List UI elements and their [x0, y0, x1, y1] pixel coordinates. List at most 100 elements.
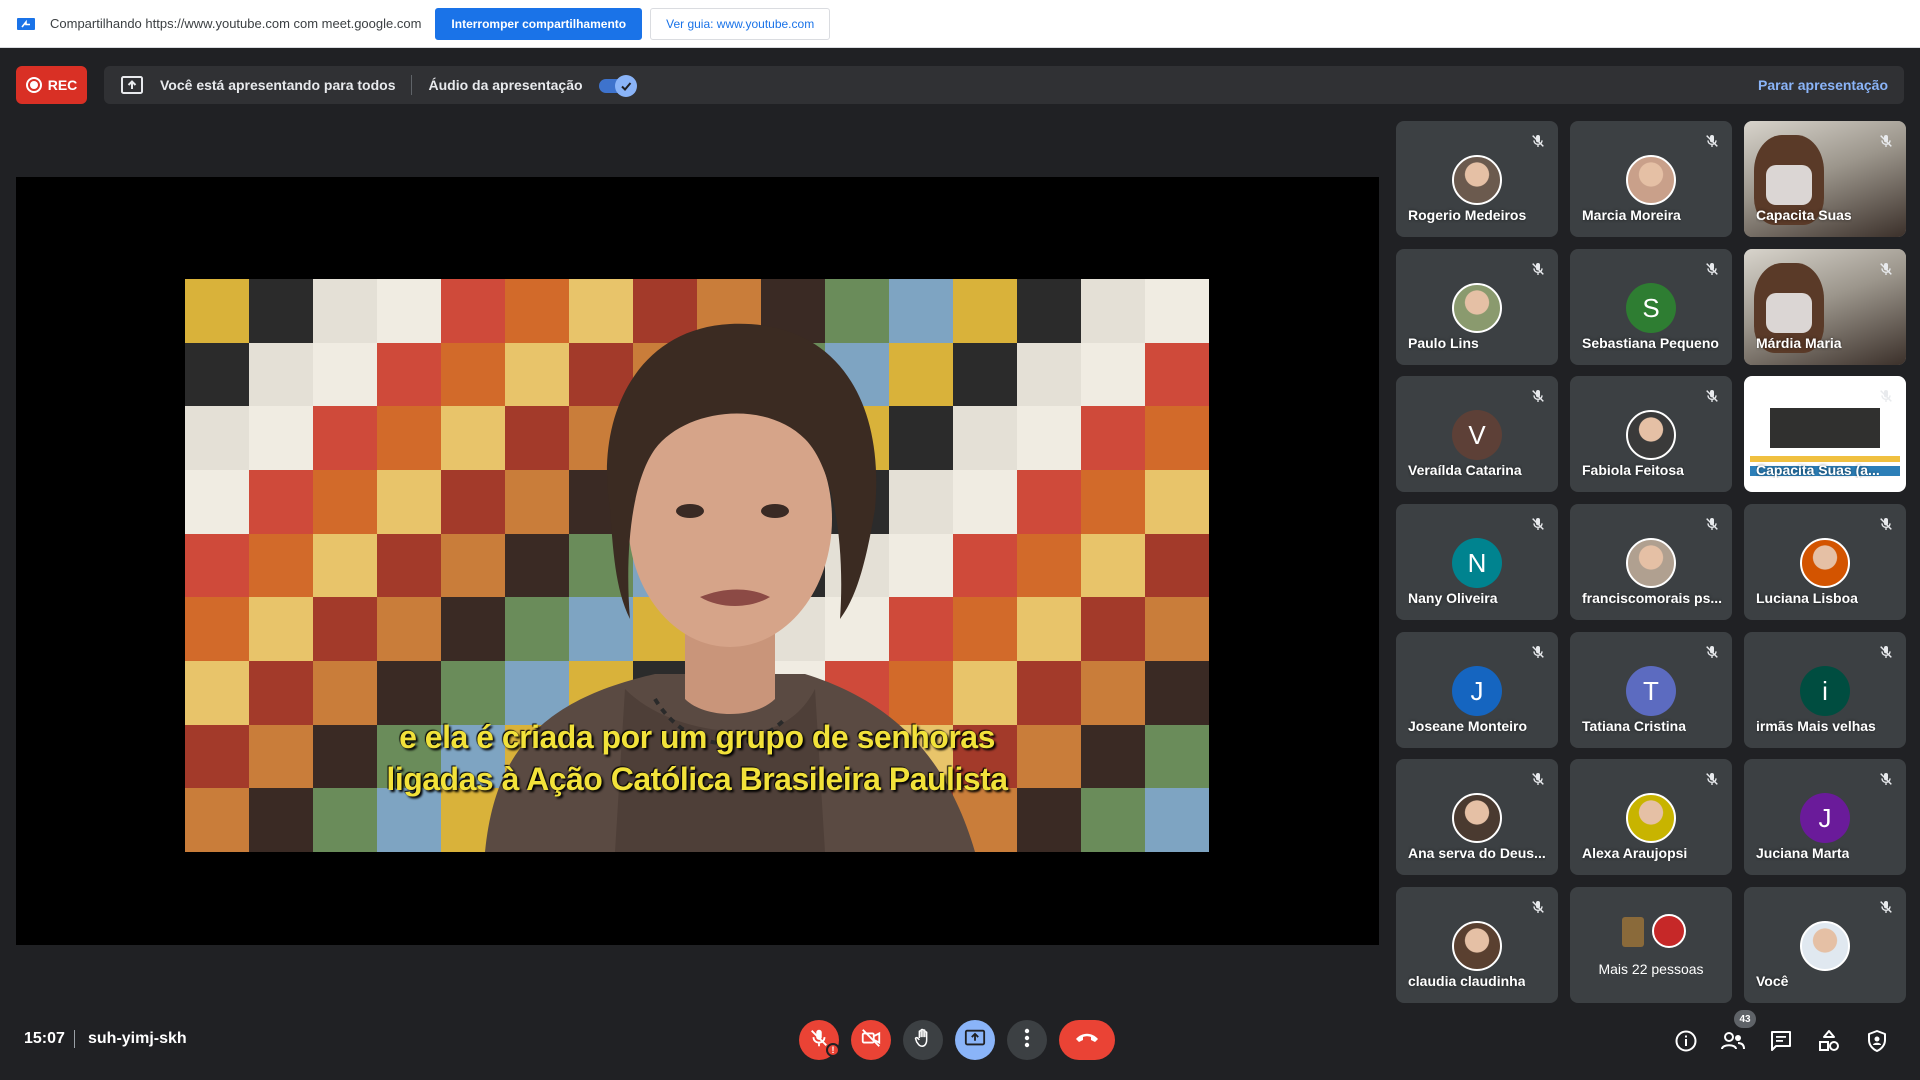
- participant-name: Juciana Marta: [1756, 845, 1850, 861]
- more-options-button[interactable]: [1007, 1020, 1047, 1060]
- avatar: [1452, 921, 1502, 971]
- present-button[interactable]: [955, 1020, 995, 1060]
- participant-tile[interactable]: N Nany Oliveira: [1396, 504, 1558, 620]
- raise-hand-button[interactable]: [903, 1020, 943, 1060]
- avatar: i: [1800, 666, 1850, 716]
- mic-off-icon: [1878, 899, 1894, 915]
- rec-label: REC: [47, 77, 78, 93]
- share-status-text: Compartilhando https://www.youtube.com c…: [50, 16, 422, 31]
- mic-off-icon: [1704, 516, 1720, 532]
- presenting-bar: Você está apresentando para todos Áudio …: [104, 66, 1904, 104]
- avatar: [1452, 793, 1502, 843]
- participant-name: Rogerio Medeiros: [1408, 207, 1527, 223]
- participant-tile[interactable]: Rogerio Medeiros: [1396, 121, 1558, 237]
- participant-name: Capacita Suas (a...: [1756, 462, 1880, 478]
- avatar: [1452, 155, 1502, 205]
- mic-off-icon: [1530, 771, 1546, 787]
- screen-share-infobar: Compartilhando https://www.youtube.com c…: [0, 0, 1920, 48]
- shared-screen-thumbnail: [1770, 408, 1880, 448]
- avatar: T: [1626, 666, 1676, 716]
- audio-toggle[interactable]: [598, 75, 637, 97]
- raise-hand-icon: [912, 1027, 934, 1054]
- meeting-time: 15:07: [24, 1030, 65, 1047]
- mic-off-icon: [1878, 261, 1894, 277]
- participant-name: Capacita Suas: [1756, 207, 1852, 223]
- mic-off-icon: [1704, 261, 1720, 277]
- leave-call-button[interactable]: [1059, 1020, 1115, 1060]
- mic-off-icon: [1878, 516, 1894, 532]
- info-icon[interactable]: [1673, 1028, 1699, 1054]
- more-avatar: [1622, 917, 1644, 947]
- participant-tile[interactable]: Capacita Suas: [1744, 121, 1906, 237]
- participant-tile[interactable]: Paulo Lins: [1396, 249, 1558, 365]
- participant-video-face: [1766, 165, 1812, 205]
- subtitle-line-2: ligadas à Ação Católica Brasileira Pauli…: [386, 761, 1008, 797]
- presenting-status: Você está apresentando para todos: [160, 77, 396, 93]
- participant-tile[interactable]: Marcia Moreira: [1570, 121, 1732, 237]
- more-vert-icon: [1024, 1028, 1030, 1053]
- participant-tile[interactable]: Fabiola Feitosa: [1570, 376, 1732, 492]
- avatar: S: [1626, 283, 1676, 333]
- participant-name: Veraílda Catarina: [1408, 462, 1522, 478]
- avatar: [1452, 283, 1502, 333]
- participant-tile[interactable]: Mais 22 pessoas: [1570, 887, 1732, 1003]
- screen-share-icon: [16, 17, 36, 31]
- participant-tile[interactable]: claudia claudinha: [1396, 887, 1558, 1003]
- avatar: J: [1800, 793, 1850, 843]
- participant-tile[interactable]: J Juciana Marta: [1744, 759, 1906, 875]
- participant-tile[interactable]: Luciana Lisboa: [1744, 504, 1906, 620]
- participant-video-face: [1766, 293, 1812, 333]
- participant-tile[interactable]: Márdia Maria: [1744, 249, 1906, 365]
- participant-tile[interactable]: V Veraílda Catarina: [1396, 376, 1558, 492]
- camera-button[interactable]: [851, 1020, 891, 1060]
- shared-video-frame: e ela é criada por um grupo de senhoras …: [185, 279, 1209, 852]
- participant-tile[interactable]: franciscomorais ps...: [1570, 504, 1732, 620]
- avatar: [1626, 793, 1676, 843]
- camera-off-icon: [860, 1027, 882, 1054]
- participant-name: Joseane Monteiro: [1408, 718, 1528, 734]
- participant-tile[interactable]: T Tatiana Cristina: [1570, 632, 1732, 748]
- mic-off-icon: [1530, 516, 1546, 532]
- participant-name: Você: [1756, 973, 1789, 989]
- mic-off-icon: [1878, 133, 1894, 149]
- chat-icon[interactable]: [1768, 1028, 1794, 1054]
- host-controls-icon[interactable]: [1864, 1028, 1890, 1054]
- mic-off-icon: [1530, 644, 1546, 660]
- participant-name: Luciana Lisboa: [1756, 590, 1858, 606]
- participant-tile[interactable]: Você: [1744, 887, 1906, 1003]
- avatar: [1626, 155, 1676, 205]
- mic-off-icon: [1704, 133, 1720, 149]
- meeting-code: suh-yimj-skh: [88, 1030, 187, 1047]
- avatar: [1626, 410, 1676, 460]
- audio-label: Áudio da apresentação: [428, 77, 583, 93]
- divider: [74, 1030, 75, 1048]
- participant-tile[interactable]: J Joseane Monteiro: [1396, 632, 1558, 748]
- participant-name: Alexa Araujopsi: [1582, 845, 1688, 861]
- mic-off-icon: [1704, 644, 1720, 660]
- present-screen-icon: [120, 75, 144, 95]
- participant-tile[interactable]: Alexa Araujopsi: [1570, 759, 1732, 875]
- participant-tile[interactable]: i irmãs Mais velhas: [1744, 632, 1906, 748]
- participant-name: Nany Oliveira: [1408, 590, 1498, 606]
- mic-off-icon: [1530, 388, 1546, 404]
- participant-tile[interactable]: Capacita Suas (a...: [1744, 376, 1906, 492]
- recording-indicator[interactable]: REC: [16, 66, 87, 104]
- view-tab-button[interactable]: Ver guia: www.youtube.com: [650, 7, 831, 40]
- divider: [411, 75, 413, 95]
- more-avatar: [1652, 914, 1686, 948]
- participant-name: Fabiola Feitosa: [1582, 462, 1684, 478]
- mic-off-icon: [1704, 388, 1720, 404]
- stop-presenting-button[interactable]: Parar apresentação: [1758, 77, 1888, 93]
- participant-tile[interactable]: Ana serva do Deus...: [1396, 759, 1558, 875]
- avatar: N: [1452, 538, 1502, 588]
- present-icon: [964, 1027, 986, 1054]
- people-icon[interactable]: [1720, 1028, 1746, 1054]
- mic-off-icon: [1530, 899, 1546, 915]
- activities-icon[interactable]: [1816, 1028, 1842, 1054]
- stop-sharing-button[interactable]: Interromper compartilhamento: [435, 7, 643, 40]
- avatar: [1626, 538, 1676, 588]
- participant-name: Marcia Moreira: [1582, 207, 1681, 223]
- participant-tile[interactable]: S Sebastiana Pequeno: [1570, 249, 1732, 365]
- mic-off-icon: [1530, 261, 1546, 277]
- mic-off-icon: [1878, 771, 1894, 787]
